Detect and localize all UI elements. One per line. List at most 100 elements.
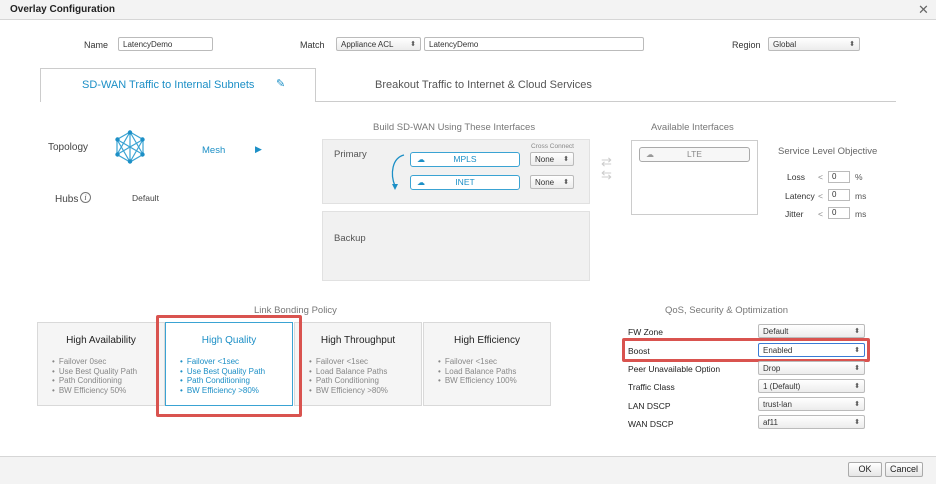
card-feature: BW Efficiency 50% <box>52 386 137 396</box>
wan-dscp-value: af11 <box>763 418 778 427</box>
hubs-value[interactable]: Default <box>132 193 159 203</box>
interface-inet-label: INET <box>455 177 475 187</box>
slo-jitter-input[interactable]: 0 <box>828 207 850 219</box>
select-arrow-icon: ⬍ <box>854 383 860 390</box>
match-value-input[interactable]: LatencyDemo <box>424 37 644 51</box>
cross-connect-value-mpls: None <box>535 155 555 164</box>
info-icon[interactable]: i <box>80 192 91 203</box>
region-label: Region <box>732 40 761 50</box>
mesh-topology-icon[interactable] <box>113 130 147 164</box>
select-arrow-icon: ⬍ <box>854 401 860 408</box>
interface-mpls-label: MPLS <box>453 154 477 164</box>
fw-zone-select[interactable]: Default ⬍ <box>758 324 865 338</box>
ok-button[interactable]: OK <box>848 462 882 477</box>
match-label: Match <box>300 40 325 50</box>
cross-connect-select-inet[interactable]: None ⬍ <box>530 175 574 189</box>
select-arrow-icon: ⬍ <box>563 179 569 186</box>
interface-lte[interactable]: ☁ LTE <box>639 147 750 162</box>
region-value: Global <box>773 40 797 49</box>
dialog-footer <box>0 456 936 484</box>
card-feature: BW Efficiency 100% <box>438 376 517 386</box>
lan-dscp-select[interactable]: trust-lan ⬍ <box>758 397 865 411</box>
tab-sdwan-internal-label: SD-WAN Traffic to Internal Subnets <box>82 79 255 91</box>
cross-connect-value-inet: None <box>535 178 555 187</box>
chevron-right-icon[interactable]: ▶ <box>255 144 262 155</box>
card-feature: Failover <1sec <box>309 357 388 367</box>
card-feature: BW Efficiency >80% <box>309 386 388 396</box>
card-feature: Failover 0sec <box>52 357 137 367</box>
interface-mpls[interactable]: ☁ MPLS <box>410 152 520 167</box>
interface-inet[interactable]: ☁ INET <box>410 175 520 190</box>
edit-pencil-icon[interactable]: ✎ <box>276 77 285 90</box>
card-feature: Failover <1sec <box>438 357 517 367</box>
region-select[interactable]: Global ⬍ <box>768 37 860 51</box>
slo-latency-label: Latency <box>785 191 815 201</box>
qos-title: QoS, Security & Optimization <box>665 305 789 316</box>
card-title: High Throughput <box>320 335 396 346</box>
hubs-label: Hubs <box>55 194 79 205</box>
slo-jitter-unit: ms <box>855 209 867 219</box>
select-arrow-icon: ⬍ <box>854 365 860 372</box>
card-feature: Path Conditioning <box>52 376 137 386</box>
bonding-card-high-availability[interactable]: High Availability Failover 0sec Use Best… <box>37 322 165 406</box>
interface-lte-label: LTE <box>687 149 702 159</box>
fw-zone-value: Default <box>763 327 789 336</box>
cancel-button[interactable]: Cancel <box>885 462 923 477</box>
peer-unavailable-select[interactable]: Drop ⬍ <box>758 361 865 375</box>
swap-arrows-icon: ⇄ ⇆ <box>601 154 612 182</box>
match-type-select[interactable]: Appliance ACL ⬍ <box>336 37 421 51</box>
select-arrow-icon: ⬍ <box>854 419 860 426</box>
card-feature: Load Balance Paths <box>438 367 517 377</box>
qos-label-lan-dscp: LAN DSCP <box>628 401 671 411</box>
slo-latency-unit: ms <box>855 191 867 201</box>
primary-label: Primary <box>334 149 367 160</box>
slo-loss-input[interactable]: 0 <box>828 171 850 183</box>
topology-label: Topology <box>48 142 89 153</box>
slo-jitter-label: Jitter <box>785 209 804 219</box>
wan-dscp-select[interactable]: af11 ⬍ <box>758 415 865 429</box>
bonding-card-high-throughput[interactable]: High Throughput Failover <1sec Load Bala… <box>294 322 422 406</box>
cloud-icon: ☁ <box>417 155 425 164</box>
backup-label: Backup <box>334 233 366 244</box>
topology-value[interactable]: Mesh <box>202 145 225 156</box>
card-title: High Availability <box>66 335 136 346</box>
bonding-card-high-efficiency[interactable]: High Efficiency Failover <1sec Load Bala… <box>423 322 551 406</box>
qos-label-wan-dscp: WAN DSCP <box>628 419 674 429</box>
dialog-title: Overlay Configuration <box>10 4 116 15</box>
build-interfaces-title: Build SD-WAN Using These Interfaces <box>373 122 536 133</box>
select-arrow-icon: ⬍ <box>854 328 860 335</box>
cross-connect-select-mpls[interactable]: None ⬍ <box>530 152 574 166</box>
select-arrow-icon: ⬍ <box>410 41 416 48</box>
close-icon[interactable]: ✕ <box>918 2 929 18</box>
slo-latency-op: < <box>818 191 823 201</box>
available-interfaces-title: Available Interfaces <box>651 122 734 133</box>
card-feature-list: Failover <1sec Load Balance Paths Path C… <box>309 357 388 395</box>
slo-latency-input[interactable]: 0 <box>828 189 850 201</box>
select-arrow-icon: ⬍ <box>849 41 855 48</box>
priority-arrow-icon <box>386 152 408 192</box>
tab-divider <box>316 101 896 102</box>
card-feature-list: Failover 0sec Use Best Quality Path Path… <box>52 357 137 395</box>
name-input[interactable]: LatencyDemo <box>118 37 213 51</box>
lan-dscp-value: trust-lan <box>763 400 792 409</box>
qos-label-traffic-class: Traffic Class <box>628 382 675 392</box>
match-type-value: Appliance ACL <box>341 40 394 49</box>
slo-loss-unit: % <box>855 172 863 182</box>
title-bar <box>0 0 936 20</box>
slo-loss-label: Loss <box>787 172 805 182</box>
traffic-class-value: 1 (Default) <box>763 382 801 391</box>
select-arrow-icon: ⬍ <box>563 156 569 163</box>
slo-title: Service Level Objective <box>778 146 878 157</box>
tab-breakout-traffic[interactable]: Breakout Traffic to Internet & Cloud Ser… <box>375 79 592 91</box>
card-title: High Efficiency <box>454 335 520 346</box>
traffic-class-select[interactable]: 1 (Default) ⬍ <box>758 379 865 393</box>
qos-label-fw-zone: FW Zone <box>628 327 663 337</box>
cloud-icon: ☁ <box>417 178 425 187</box>
slo-jitter-op: < <box>818 209 823 219</box>
cloud-icon: ☁ <box>646 150 654 159</box>
backup-zone[interactable] <box>322 211 590 281</box>
highlight-frame <box>622 338 870 362</box>
slo-loss-op: < <box>818 172 823 182</box>
card-feature: Load Balance Paths <box>309 367 388 377</box>
card-feature: Use Best Quality Path <box>52 367 137 377</box>
